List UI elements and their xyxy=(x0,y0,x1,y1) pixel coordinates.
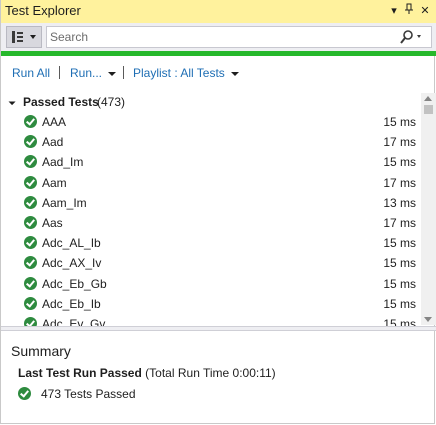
test-duration: 15 ms xyxy=(383,296,416,311)
test-duration: 15 ms xyxy=(383,256,416,271)
pass-check-icon xyxy=(18,387,31,400)
playlist-label: Playlist : All Tests xyxy=(133,66,225,80)
test-duration: 15 ms xyxy=(383,115,416,129)
test-row[interactable]: Adc_Eb_Gb 15 ms xyxy=(1,274,421,294)
test-name: AAA xyxy=(42,115,67,129)
playlist-dropdown[interactable]: Playlist : All Tests xyxy=(133,66,239,80)
test-duration: 15 ms xyxy=(383,236,416,251)
run-progress-bar xyxy=(1,51,436,56)
test-duration: 17 ms xyxy=(383,215,416,230)
pass-check-icon xyxy=(24,316,37,326)
last-run-status: Last Test Run Passed (Total Run Time 0:0… xyxy=(18,366,276,380)
test-name: Aad_Im xyxy=(42,155,84,170)
test-duration: 15 ms xyxy=(383,155,416,170)
test-name: Adc_AL_Ib xyxy=(42,236,101,251)
test-name: Aam_Im xyxy=(42,195,87,210)
pass-check-icon xyxy=(24,276,37,290)
test-name: Adc_Eb_Gb xyxy=(42,276,107,291)
test-name: Aam xyxy=(42,175,67,190)
scroll-up-arrow-icon[interactable] xyxy=(424,96,432,101)
pass-check-icon xyxy=(24,155,37,169)
pass-check-icon xyxy=(24,195,37,209)
vertical-scrollbar[interactable] xyxy=(421,93,436,325)
group-by-button[interactable] xyxy=(6,26,42,48)
last-run-label: Last Test Run Passed xyxy=(18,366,142,380)
chevron-down-icon xyxy=(30,35,36,39)
group-title: Passed Tests xyxy=(23,95,99,109)
run-button[interactable]: Run... xyxy=(70,66,117,80)
test-name: Aad xyxy=(42,135,64,150)
test-explorer-window: Test Explorer ▾ ✕ Search Run All Run... … xyxy=(0,0,436,424)
pass-check-icon xyxy=(24,236,37,250)
search-icon[interactable] xyxy=(399,29,427,45)
pass-check-icon xyxy=(24,115,37,128)
test-name: Adc_Ev_Gv xyxy=(42,316,106,326)
test-name: Aas xyxy=(42,215,63,230)
test-duration: 17 ms xyxy=(383,135,416,150)
divider xyxy=(123,66,124,79)
pass-check-icon xyxy=(24,135,37,149)
passed-count-text: 473 Tests Passed xyxy=(41,387,136,401)
search-input[interactable] xyxy=(50,29,390,45)
pass-check-icon xyxy=(24,256,37,270)
test-duration: 15 ms xyxy=(383,316,416,326)
command-bar: Run All Run... Playlist : All Tests xyxy=(1,62,436,84)
toolbar xyxy=(1,23,436,51)
run-label: Run... xyxy=(70,66,103,80)
test-row[interactable]: AAA 15 ms xyxy=(1,112,421,132)
test-duration: 15 ms xyxy=(383,276,416,291)
group-by-icon xyxy=(12,31,23,43)
test-row[interactable]: Aam_Im 13 ms xyxy=(1,193,421,213)
chevron-down-icon xyxy=(230,71,239,76)
test-row[interactable]: Aad_Im 15 ms xyxy=(1,152,421,172)
test-row[interactable]: Adc_Eb_Ib 15 ms xyxy=(1,294,421,314)
pass-check-icon xyxy=(24,175,37,189)
test-row[interactable]: Adc_AL_Ib 15 ms xyxy=(1,233,421,253)
window-title: Test Explorer xyxy=(5,3,81,18)
group-count: (473) xyxy=(97,95,126,109)
test-name: Adc_Eb_Ib xyxy=(42,296,101,311)
test-row[interactable]: Aad 17 ms xyxy=(1,132,421,152)
dropdown-arrow-icon[interactable]: ▾ xyxy=(386,3,402,19)
panel-splitter[interactable] xyxy=(1,326,436,331)
test-row[interactable]: Aam 17 ms xyxy=(1,173,421,193)
test-duration: 17 ms xyxy=(383,175,416,190)
divider xyxy=(59,66,60,79)
chevron-down-icon xyxy=(108,71,117,76)
test-name: Adc_AX_Iv xyxy=(42,256,102,271)
summary-title: Summary xyxy=(11,343,71,359)
run-all-button[interactable]: Run All xyxy=(12,66,50,80)
title-bar: Test Explorer ▾ ✕ xyxy=(1,0,436,23)
test-row[interactable]: Adc_Ev_Gv 15 ms xyxy=(1,314,421,326)
search-box[interactable] xyxy=(46,26,432,48)
test-list: AAA 15 ms Aad 17 ms Aad_Im 15 ms Aam 17 ms Aam_I… xyxy=(1,112,421,326)
pin-icon[interactable] xyxy=(401,3,417,19)
pass-check-icon xyxy=(24,296,37,310)
test-row[interactable]: Aas 17 ms xyxy=(1,213,421,233)
scroll-down-arrow-icon[interactable] xyxy=(424,317,432,322)
progress-fill xyxy=(1,51,436,56)
scroll-thumb[interactable] xyxy=(424,105,433,114)
test-row[interactable]: Adc_AX_Iv 15 ms xyxy=(1,253,421,273)
passed-tests-group-header[interactable]: Passed Tests (473) xyxy=(1,93,421,111)
pass-check-icon xyxy=(24,215,37,229)
collapse-triangle-icon[interactable] xyxy=(6,95,16,106)
test-duration: 13 ms xyxy=(383,195,416,210)
close-icon[interactable]: ✕ xyxy=(417,3,433,19)
last-run-detail: (Total Run Time 0:00:11) xyxy=(145,366,276,380)
